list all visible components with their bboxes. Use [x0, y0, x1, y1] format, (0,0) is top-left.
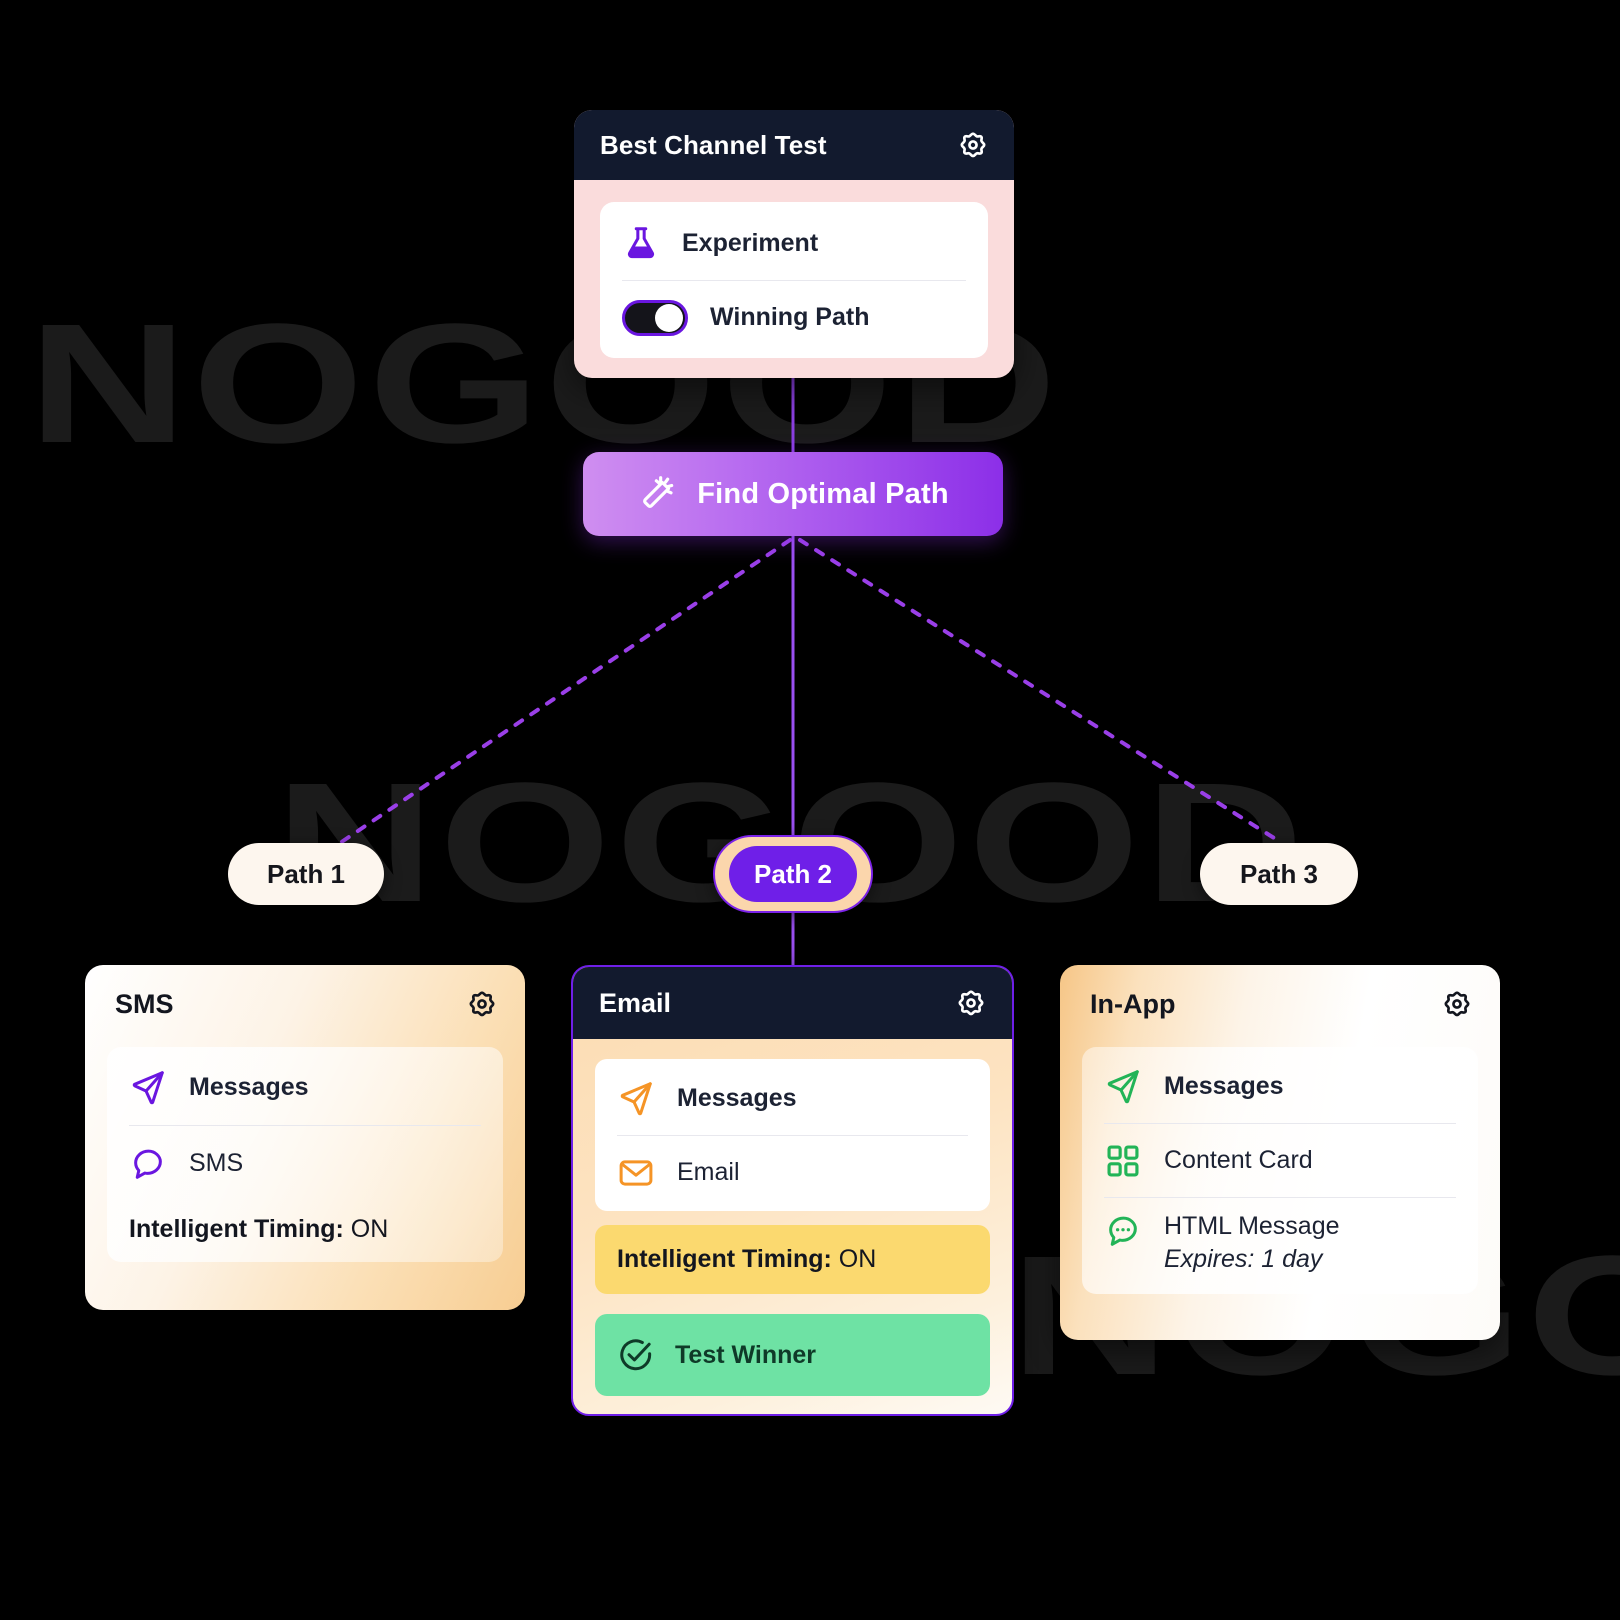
path-pill-1[interactable]: Path 1	[228, 843, 384, 905]
intelligent-timing-label: Intelligent Timing:	[129, 1215, 344, 1243]
intelligent-timing-status: Intelligent Timing: ON	[595, 1225, 990, 1294]
test-rows-panel: Experiment Winning Path	[600, 202, 988, 358]
send-icon	[617, 1079, 655, 1117]
row-label: Content Card	[1164, 1146, 1313, 1174]
inapp-channel-card[interactable]: In-App Messages Content Card HTML Messag…	[1060, 965, 1500, 1340]
test-winner-badge: Test Winner	[595, 1314, 990, 1396]
row-label: Messages	[677, 1083, 797, 1112]
row-messages[interactable]: Messages	[617, 1061, 968, 1135]
toggle-knob	[655, 303, 683, 332]
send-icon	[1104, 1067, 1142, 1105]
row-label: Experiment	[682, 228, 819, 257]
row-label: Winning Path	[710, 303, 870, 331]
diagram-canvas: NOGOOD NOGOOD NOGOOD Best Channel Test	[0, 0, 1620, 1620]
gear-icon[interactable]	[956, 128, 990, 162]
card-header: In-App	[1060, 965, 1500, 1043]
find-optimal-path-button[interactable]: Find Optimal Path	[583, 452, 1003, 536]
magic-wand-icon	[637, 474, 677, 514]
inapp-rows-panel: Messages Content Card HTML Message Expir…	[1082, 1047, 1478, 1294]
card-header: SMS	[85, 965, 525, 1043]
sms-channel-card[interactable]: SMS Messages SMS Intelligent Timing: ON	[85, 965, 525, 1310]
chat-dots-icon	[1104, 1212, 1142, 1250]
html-message-text: HTML Message Expires: 1 day	[1164, 1212, 1340, 1274]
intelligent-timing-status: Intelligent Timing: ON	[129, 1201, 481, 1244]
envelope-icon	[617, 1154, 655, 1192]
card-body: Messages Content Card HTML Message Expir…	[1060, 1043, 1500, 1316]
email-channel-card[interactable]: Email Messages Email Intelligent Timing:…	[571, 965, 1014, 1416]
html-message-label: HTML Message	[1164, 1212, 1340, 1240]
path-pill-3[interactable]: Path 3	[1200, 843, 1358, 905]
chat-bubble-icon	[129, 1145, 167, 1183]
card-header: Email	[573, 967, 1012, 1039]
gear-icon[interactable]	[465, 987, 499, 1021]
row-sms[interactable]: SMS	[129, 1125, 481, 1201]
card-body: Messages SMS Intelligent Timing: ON	[85, 1043, 525, 1284]
card-title: In-App	[1090, 988, 1176, 1019]
gear-icon[interactable]	[1440, 987, 1474, 1021]
email-rows-panel: Messages Email	[595, 1059, 990, 1211]
toggle-switch[interactable]	[622, 299, 688, 336]
path-pill-2-wrapper[interactable]: Path 2	[713, 835, 873, 913]
card-title: Best Channel Test	[600, 129, 827, 160]
test-winner-label: Test Winner	[675, 1340, 816, 1369]
row-label: Messages	[189, 1072, 309, 1101]
button-label: Find Optimal Path	[697, 477, 949, 510]
row-label: SMS	[189, 1149, 244, 1177]
row-winning-path[interactable]: Winning Path	[622, 280, 966, 354]
intelligent-timing-value: ON	[350, 1215, 389, 1243]
expires-label: Expires: 1 day	[1164, 1245, 1323, 1273]
row-email[interactable]: Email	[617, 1135, 968, 1209]
card-title: SMS	[115, 988, 174, 1019]
intelligent-timing-label: Intelligent Timing:	[617, 1245, 832, 1273]
grid-icon	[1104, 1142, 1142, 1180]
row-messages[interactable]: Messages	[129, 1049, 481, 1125]
path-pill-2[interactable]: Path 2	[729, 846, 857, 902]
best-channel-test-card[interactable]: Best Channel Test Experiment Winning Pat…	[574, 110, 1014, 378]
row-experiment[interactable]: Experiment	[622, 206, 966, 280]
row-html-message[interactable]: HTML Message Expires: 1 day	[1104, 1197, 1456, 1280]
card-title: Email	[599, 987, 672, 1018]
card-body: Experiment Winning Path	[574, 180, 1014, 378]
row-label: Email	[677, 1158, 740, 1186]
card-header: Best Channel Test	[574, 110, 1014, 180]
flask-icon	[622, 224, 660, 262]
intelligent-timing-value: ON	[838, 1245, 877, 1273]
row-content-card[interactable]: Content Card	[1104, 1123, 1456, 1197]
check-circle-icon	[617, 1336, 655, 1374]
row-messages[interactable]: Messages	[1104, 1049, 1456, 1123]
gear-icon[interactable]	[954, 986, 988, 1020]
row-label: Messages	[1164, 1071, 1284, 1100]
sms-rows-panel: Messages SMS Intelligent Timing: ON	[107, 1047, 503, 1262]
card-body: Messages Email Intelligent Timing: ON Te…	[573, 1039, 1012, 1414]
send-icon	[129, 1068, 167, 1106]
